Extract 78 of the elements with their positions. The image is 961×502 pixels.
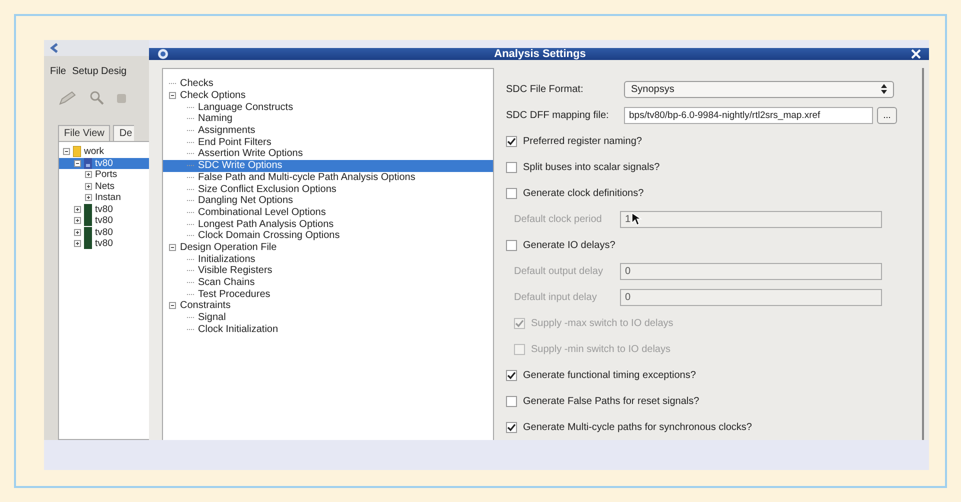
tree-item[interactable]: Scan Chains (198, 277, 255, 288)
tree-item[interactable]: Instan (95, 192, 121, 204)
checkbox[interactable] (506, 370, 517, 380)
expand-icon[interactable] (85, 171, 92, 178)
tree-item[interactable]: Clock Initialization (198, 324, 278, 335)
collapse-icon[interactable] (63, 148, 70, 156)
checkbox[interactable] (506, 396, 517, 406)
tree-item[interactable]: Dangling Net Options (198, 195, 294, 206)
expand-icon[interactable] (74, 240, 81, 248)
checkbox[interactable] (506, 188, 517, 198)
checkbox[interactable] (506, 136, 517, 146)
tree-item[interactable]: Check Options (180, 90, 246, 102)
checkbox[interactable] (506, 422, 517, 432)
tree-item[interactable]: Naming (198, 113, 232, 124)
path-field[interactable]: bps/tv80/bp-6.0-9984-nightly/rtl2srs_map.xref (624, 106, 873, 124)
tree-item[interactable]: Assignments (198, 125, 256, 136)
collapse-icon[interactable] (74, 160, 81, 167)
checkbox-label[interactable]: Split buses into scalar signals? (523, 162, 660, 172)
menu-item[interactable]: File (50, 66, 66, 77)
tree-item[interactable]: Signal (198, 312, 226, 324)
checkbox-label[interactable]: Generate clock definitions? (523, 188, 644, 198)
collapse-icon[interactable] (169, 302, 176, 310)
checkbox-label: Supply -min switch to IO delays (531, 344, 670, 354)
collapse-icon[interactable] (169, 92, 176, 100)
checkbox[interactable] (506, 240, 517, 250)
tree-item[interactable]: Initializations (198, 254, 256, 265)
expand-icon[interactable] (85, 194, 92, 202)
checkbox-label: Supply -max switch to IO delays (531, 318, 674, 328)
checkbox-label[interactable]: Generate IO delays? (523, 240, 616, 250)
checkbox[interactable] (506, 162, 517, 172)
tree-item[interactable]: Constraints (180, 300, 231, 312)
tree-item[interactable]: Nets (95, 180, 115, 192)
tree-item[interactable]: Checks (180, 78, 214, 90)
field-label: SDC DFF mapping file: (506, 110, 610, 120)
checkbox-label[interactable]: Preferred register naming? (523, 136, 642, 146)
tree-row-highlight[interactable]: tv80 (59, 158, 149, 169)
expand-icon[interactable] (85, 182, 92, 190)
menu-item[interactable]: Setup Desig (72, 66, 127, 77)
window-title: Analysis Settings (493, 48, 587, 60)
tree-item[interactable]: Size Conflict Exclusion Options (198, 184, 336, 195)
input-field: 0 (620, 288, 882, 306)
tree-item[interactable]: Visible Registers (198, 265, 272, 276)
field-label: Default clock period (514, 214, 603, 224)
checkbox-label[interactable]: Generate False Paths for reset signals? (523, 396, 700, 406)
tree-item[interactable]: tv80 (95, 204, 113, 215)
checkbox-label[interactable]: Generate Multi-cycle paths for synchronous clocks? (523, 422, 752, 432)
tree-item[interactable]: Combinational Level Options (198, 206, 326, 218)
format-dropdown[interactable]: Synopsys (624, 80, 894, 98)
tree-item[interactable]: Test Procedures (198, 288, 270, 300)
browse-button[interactable]: ... (877, 106, 897, 124)
tree-item[interactable]: Clock Domain Crossing Options (198, 230, 340, 242)
field-label: Default input delay (514, 292, 598, 302)
chip-icon (84, 158, 92, 169)
folder-icon (73, 146, 81, 158)
tree-item[interactable]: work (84, 146, 104, 158)
expand-icon[interactable] (74, 228, 81, 236)
tree-item[interactable]: End Point Filters (198, 136, 272, 148)
tree-item[interactable]: tv80 (95, 238, 113, 250)
updown-icon (881, 84, 887, 94)
input-field: 0 (620, 262, 882, 280)
tree-item[interactable]: Language Constructs (198, 102, 294, 113)
tree-item[interactable]: Longest Path Analysis Options (198, 218, 334, 230)
tab[interactable]: File View (58, 125, 110, 141)
tab[interactable]: De (113, 125, 134, 141)
tree-item[interactable]: Assertion Write Options (198, 148, 303, 160)
tree-item[interactable]: Ports (95, 169, 118, 180)
tree-item[interactable]: tv80 (95, 226, 113, 238)
input-field: 1 (620, 210, 882, 228)
tree-item[interactable]: Design Operation File (180, 242, 277, 253)
checkbox-label[interactable]: Generate functional timing exceptions? (523, 370, 696, 380)
expand-icon[interactable] (74, 206, 81, 213)
collapse-icon[interactable] (169, 244, 176, 251)
field-label: SDC File Format: (506, 84, 584, 94)
tree-item[interactable]: False Path and Multi-cycle Path Analysis Options (198, 172, 416, 183)
close-icon[interactable] (911, 49, 921, 59)
field-label: Default output delay (514, 266, 604, 276)
tree-item[interactable]: tv80 (95, 215, 113, 226)
expand-icon[interactable] (74, 217, 81, 224)
